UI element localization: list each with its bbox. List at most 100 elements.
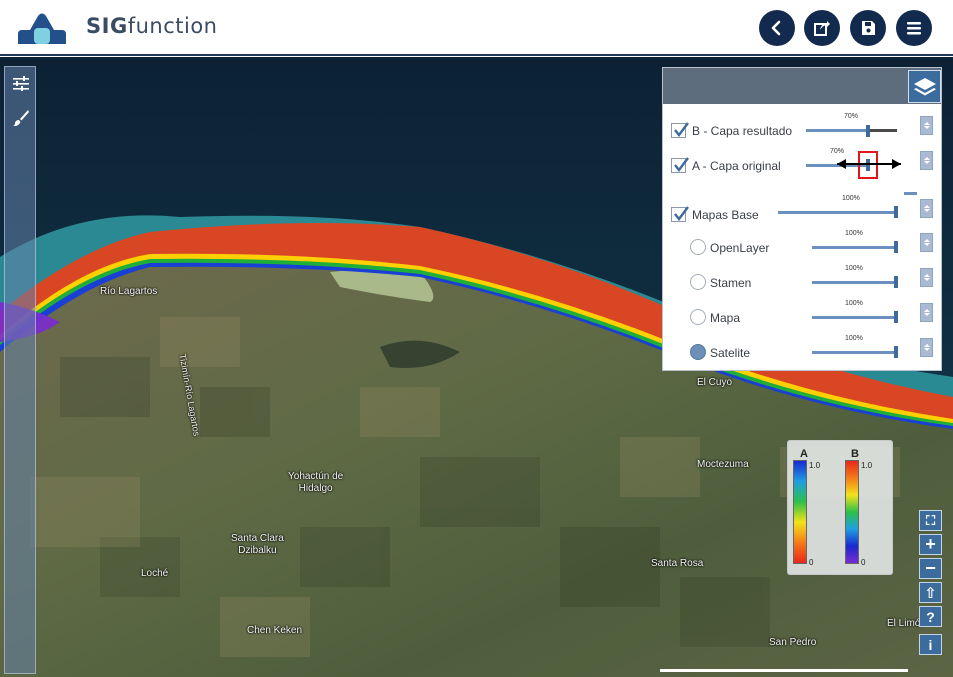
base-option-satelite: Satelite 100% [663,335,941,365]
fullscreen-button[interactable]: ⛶ [919,510,942,531]
opacity-slider-handle[interactable] [894,241,898,253]
legend-b-max: 1.0 [861,461,873,470]
brand-bold: SIG [86,14,128,38]
share-icon [814,21,830,36]
legend-b-colorbar [845,460,859,564]
opacity-slider-handle[interactable] [866,125,870,137]
reorder-button[interactable] [920,151,933,170]
collapse-indicator [904,192,917,195]
layer-label: OpenLayer [710,241,770,255]
layer-a-checkbox[interactable] [671,157,689,173]
opacity-slider-handle[interactable] [894,206,898,218]
place-label: El Cuyo [697,377,733,388]
place-label: Santa Rosa [651,558,704,569]
save-icon [862,21,875,35]
layer-label: Satelite [710,346,751,360]
layers-toggle-button[interactable] [908,70,941,103]
opacity-slider-filled[interactable] [806,129,868,132]
settings-sliders-button[interactable] [10,73,32,95]
mapa-radio[interactable] [690,309,706,325]
satelite-radio[interactable] [690,344,706,360]
place-label: Moctezuma [697,459,749,470]
layer-row-b: B - Capa resultado 70% [663,113,941,143]
info-button[interactable]: i [919,634,942,655]
base-option-stamen: Stamen 100% [663,265,941,295]
opacity-slider-rest[interactable] [868,129,897,132]
check-icon [674,122,689,137]
place-label: Río Lagartos [100,286,158,297]
opacity-value: 100% [845,265,863,272]
place-label: Loché [141,568,169,579]
brush-button[interactable] [10,107,32,129]
layer-b-checkbox[interactable] [671,122,689,138]
layer-label: B - Capa resultado [692,124,793,138]
opacity-value: 100% [845,335,863,342]
legend-a-title: A [800,448,808,460]
layer-row-base: Mapas Base 100% [663,195,941,227]
check-icon [674,206,689,221]
chevron-left-icon [771,20,781,36]
zoom-in-button[interactable]: + [919,534,942,555]
north-button[interactable]: ⇧ [919,582,942,603]
color-legend: A B 1.0 0 1.0 0 [787,440,893,575]
reorder-button[interactable] [920,303,933,322]
opacity-slider-filled[interactable] [812,281,897,284]
drag-arrows-icon [837,159,901,169]
layer-label: A - Capa original [692,159,781,173]
app-header: SIGfunction [0,0,953,56]
reorder-button[interactable] [920,199,933,218]
opacity-value: 70% [844,113,859,120]
help-button[interactable]: ? [919,606,942,627]
zoom-out-button[interactable]: − [919,558,942,579]
legend-b-min: 0 [861,558,866,567]
layers-panel-header [663,68,941,104]
opacity-slider-filled[interactable] [812,316,897,319]
reorder-button[interactable] [920,338,933,357]
opacity-slider-handle[interactable] [894,311,898,323]
save-button[interactable] [850,10,886,46]
opacity-value: 100% [845,230,863,237]
opacity-value: 100% [845,300,863,307]
opacity-slider-handle[interactable] [894,346,898,358]
place-label: Santa Clara Dzibalku [231,533,284,556]
place-label: Chen Keken [247,625,303,636]
share-button[interactable] [804,10,840,46]
place-label: Yohactún de Hidalgo [288,471,344,494]
brand-rest: function [127,14,218,38]
scale-bar [660,669,908,672]
app-brand: SIGfunction [86,14,217,38]
layer-label: Stamen [710,276,752,290]
opacity-slider-handle[interactable] [894,276,898,288]
app-logo [14,10,70,48]
layer-label: Mapas Base [692,208,759,222]
opacity-value: 70% [830,148,845,155]
legend-a-max: 1.0 [809,461,821,470]
left-toolbar [4,66,36,674]
reorder-button[interactable] [920,116,933,135]
legend-a-min: 0 [809,558,814,567]
hamburger-icon [907,22,921,35]
base-maps-checkbox[interactable] [671,206,689,222]
opacity-value: 100% [842,195,860,202]
reorder-button[interactable] [920,233,933,252]
base-option-openlayer: OpenLayer 100% [663,230,941,260]
base-option-mapa: Mapa 100% [663,300,941,330]
menu-button[interactable] [896,10,932,46]
opacity-slider-filled[interactable] [778,211,897,214]
layers-panel: B - Capa resultado 70% A - Capa original… [662,67,942,371]
opacity-slider-filled[interactable] [812,246,897,249]
place-label: San Pedro [769,637,817,648]
back-button[interactable] [759,10,795,46]
layer-label: Mapa [710,311,741,325]
legend-a-colorbar [793,460,807,564]
openlayer-radio[interactable] [690,239,706,255]
check-icon [674,157,689,172]
reorder-button[interactable] [920,268,933,287]
legend-b-title: B [851,448,859,460]
sliders-icon [13,76,29,91]
opacity-slider-filled[interactable] [812,351,897,354]
stamen-radio[interactable] [690,274,706,290]
layer-row-a: A - Capa original 70% [663,148,941,179]
brush-icon [13,110,29,127]
layers-icon [913,77,936,95]
